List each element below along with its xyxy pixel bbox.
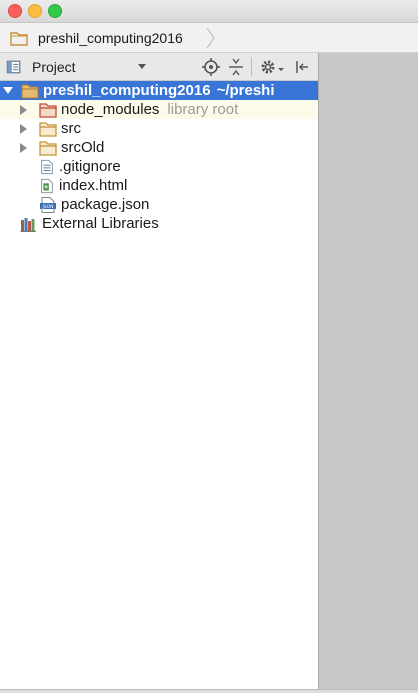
chevron-right-icon bbox=[206, 27, 215, 49]
view-label: Project bbox=[32, 58, 76, 75]
tree-item-label: package.json bbox=[61, 196, 150, 213]
external-libraries-icon bbox=[20, 217, 36, 232]
tree-item-label: src bbox=[61, 120, 81, 137]
navigation-bar: preshil_computing2016 bbox=[0, 23, 418, 53]
tree-item-src[interactable]: src bbox=[0, 119, 318, 138]
project-view-icon bbox=[6, 60, 21, 73]
tree-item-label: srcOld bbox=[61, 139, 105, 156]
gear-icon[interactable] bbox=[258, 57, 286, 77]
breadcrumb-label: preshil_computing2016 bbox=[38, 30, 183, 46]
hide-icon[interactable] bbox=[292, 57, 312, 77]
folder-icon bbox=[21, 84, 39, 98]
tree-root[interactable]: preshil_computing2016 ~/preshi bbox=[0, 81, 318, 100]
tree-root-label: preshil_computing2016 bbox=[43, 82, 211, 99]
svg-text:JSON: JSON bbox=[41, 203, 53, 209]
expand-arrow-icon[interactable] bbox=[19, 138, 29, 157]
editor-area bbox=[318, 53, 418, 689]
project-tool-header: Project bbox=[0, 53, 318, 81]
minimize-window-button[interactable] bbox=[28, 4, 42, 18]
tree-item-index-html[interactable]: index.html bbox=[0, 176, 318, 195]
tree-item-label: index.html bbox=[59, 177, 128, 194]
tree-item-package-json[interactable]: JSON package.json bbox=[0, 195, 318, 214]
expand-arrow-icon[interactable] bbox=[19, 119, 29, 138]
tree-root-path: ~/preshi bbox=[216, 82, 275, 99]
expand-arrow-icon[interactable] bbox=[3, 81, 13, 100]
tree-item-srcold[interactable]: srcOld bbox=[0, 138, 318, 157]
tree-item-label: node_modules bbox=[61, 101, 160, 118]
breadcrumb-project[interactable]: preshil_computing2016 bbox=[10, 29, 183, 47]
status-bar bbox=[0, 689, 418, 693]
tree-item-external-libraries[interactable]: External Libraries bbox=[0, 214, 318, 233]
folder-icon bbox=[10, 32, 28, 46]
collapse-all-icon[interactable] bbox=[226, 57, 246, 77]
close-window-button[interactable] bbox=[8, 4, 22, 18]
text-file-icon bbox=[41, 159, 53, 174]
library-root-hint: library root bbox=[167, 101, 239, 118]
html-file-icon bbox=[41, 178, 53, 193]
json-file-icon: JSON bbox=[40, 196, 56, 213]
tree-item-node-modules[interactable]: node_modules library root bbox=[0, 100, 318, 119]
tree-item-gitignore[interactable]: .gitignore bbox=[0, 157, 318, 176]
chevron-down-icon bbox=[138, 64, 146, 69]
project-tree: preshil_computing2016 ~/preshi node_modu… bbox=[0, 81, 318, 233]
toolbar-divider bbox=[251, 57, 252, 76]
locate-icon[interactable] bbox=[201, 57, 221, 77]
tree-item-label: .gitignore bbox=[59, 158, 121, 175]
expand-arrow-icon[interactable] bbox=[19, 100, 29, 119]
folder-icon bbox=[39, 140, 57, 156]
window-titlebar bbox=[0, 0, 418, 23]
folder-icon bbox=[39, 121, 57, 137]
view-selector[interactable]: Project bbox=[6, 57, 152, 76]
library-folder-icon bbox=[39, 102, 57, 118]
tree-item-label: External Libraries bbox=[42, 215, 159, 232]
zoom-window-button[interactable] bbox=[48, 4, 62, 18]
